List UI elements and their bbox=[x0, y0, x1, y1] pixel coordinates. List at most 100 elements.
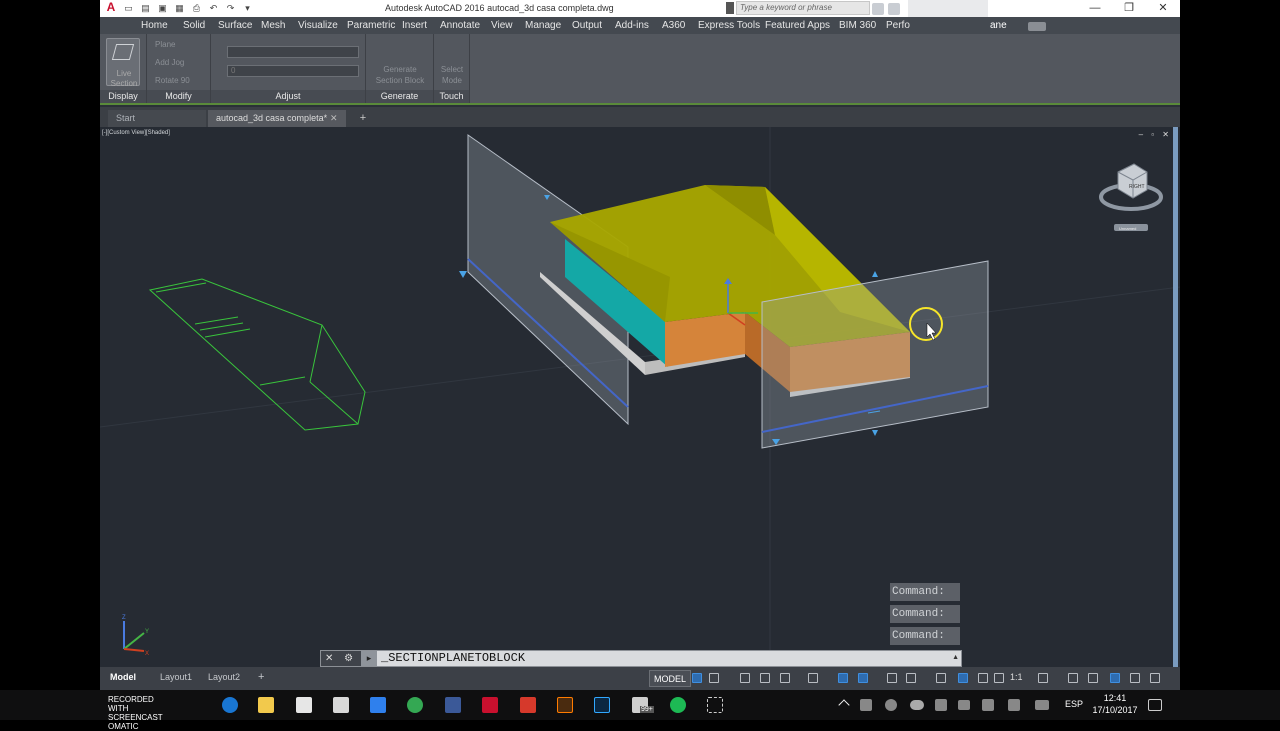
grip-icon[interactable] bbox=[872, 430, 878, 436]
grip-icon[interactable] bbox=[459, 271, 467, 278]
tab-section-plane[interactable]: ane bbox=[990, 20, 1007, 31]
drawing-viewport[interactable]: RIGHT Unnamed Z Y X [-][Custom View][Sha… bbox=[100, 127, 1180, 667]
transparency-icon[interactable] bbox=[906, 673, 916, 683]
command-prompt-icon[interactable]: ▸ bbox=[361, 651, 377, 666]
binoculars-icon[interactable] bbox=[872, 2, 884, 15]
annotation-scale-icon[interactable] bbox=[994, 673, 1004, 683]
doc-tab-start[interactable]: Start bbox=[108, 110, 206, 127]
ribbon-options-icon[interactable] bbox=[1028, 22, 1046, 31]
restore-button[interactable]: ❐ bbox=[1112, 0, 1146, 17]
open-icon[interactable]: ▤ bbox=[139, 3, 152, 14]
calculator-icon[interactable] bbox=[333, 697, 349, 713]
redo-icon[interactable]: ↷ bbox=[224, 3, 237, 14]
tab-surface[interactable]: Surface bbox=[218, 20, 252, 31]
dropbox-icon[interactable] bbox=[370, 697, 386, 713]
tab-view[interactable]: View bbox=[491, 20, 513, 31]
annotation-scale[interactable]: 1:1 bbox=[1010, 672, 1023, 682]
command-history-toggle-icon[interactable]: ▲ bbox=[952, 654, 959, 661]
tab-add-ins[interactable]: Add-ins bbox=[615, 20, 649, 31]
volume-tray-icon[interactable] bbox=[982, 699, 994, 711]
isolate-objects-icon[interactable] bbox=[1088, 673, 1098, 683]
wifi-tray-icon[interactable] bbox=[935, 699, 947, 711]
tab-solid[interactable]: Solid bbox=[183, 20, 205, 31]
tab-visualize[interactable]: Visualize bbox=[298, 20, 338, 31]
wireframe-object[interactable] bbox=[148, 278, 366, 431]
infer-constraints-icon[interactable] bbox=[740, 673, 750, 683]
new-icon[interactable]: ▭ bbox=[122, 3, 135, 14]
tab-output[interactable]: Output bbox=[572, 20, 602, 31]
dropbox-tray-icon[interactable] bbox=[860, 699, 872, 711]
customization-menu-icon[interactable] bbox=[1150, 673, 1160, 683]
snipping-tool-icon[interactable] bbox=[707, 697, 723, 713]
new-tab-button[interactable]: + bbox=[356, 111, 370, 125]
layout-tab-layout1[interactable]: Layout1 bbox=[160, 670, 192, 684]
photoshop-icon[interactable] bbox=[594, 697, 610, 713]
notifications-icon[interactable] bbox=[1148, 699, 1162, 711]
live-section-button[interactable]: Live Section bbox=[106, 38, 140, 88]
file-explorer-icon[interactable] bbox=[258, 697, 274, 713]
tab-bim-360[interactable]: BIM 360 bbox=[839, 20, 876, 31]
tray-chevron-icon[interactable] bbox=[838, 699, 850, 711]
select-mode-button[interactable]: Select Mode bbox=[438, 64, 466, 86]
store-icon[interactable] bbox=[296, 697, 312, 713]
command-input[interactable]: _SECTIONPLANETOBLOCK bbox=[381, 651, 525, 666]
tab-featured-apps[interactable]: Featured Apps bbox=[765, 20, 830, 31]
command-line[interactable]: ✕ ⚙ ▸ _SECTIONPLANETOBLOCK ▲ bbox=[320, 650, 962, 667]
viewport-label[interactable]: [-][Custom View][Shaded] bbox=[102, 130, 170, 136]
polar-tracking-icon[interactable] bbox=[780, 673, 790, 683]
hardware-acceleration-icon[interactable] bbox=[1110, 673, 1120, 683]
close-button[interactable]: ✕ bbox=[1146, 0, 1180, 17]
doc-tab-active[interactable]: autocad_3d casa completa* bbox=[208, 110, 346, 127]
sync-tray-icon[interactable] bbox=[885, 699, 897, 711]
tab-annotate[interactable]: Annotate bbox=[440, 20, 480, 31]
autocad-icon[interactable] bbox=[482, 697, 498, 713]
clean-screen-icon[interactable] bbox=[1130, 673, 1140, 683]
viewcube[interactable]: RIGHT Unnamed bbox=[1099, 163, 1163, 231]
tab-performance[interactable]: Perfo bbox=[886, 20, 910, 31]
undo-icon[interactable]: ↶ bbox=[207, 3, 220, 14]
isodraft-icon[interactable] bbox=[808, 673, 818, 683]
tab-mesh[interactable]: Mesh bbox=[261, 20, 285, 31]
adjust-field-1[interactable] bbox=[227, 46, 359, 58]
search-arrow-icon[interactable] bbox=[726, 2, 734, 14]
generate-section-block-button[interactable]: Generate Section Block bbox=[372, 64, 428, 86]
object-snap-tracking-icon[interactable] bbox=[838, 673, 848, 683]
snap-toggle-icon[interactable] bbox=[709, 673, 719, 683]
annotation-visibility-icon[interactable] bbox=[958, 673, 968, 683]
add-jog-button[interactable]: Add Jog bbox=[155, 58, 184, 67]
adjust-field-2[interactable]: 0 bbox=[227, 65, 359, 77]
revit-icon[interactable] bbox=[445, 697, 461, 713]
tab-express-tools[interactable]: Express Tools bbox=[698, 20, 760, 31]
model-scene[interactable]: RIGHT Unnamed Z Y X bbox=[100, 127, 1180, 667]
grid-toggle-icon[interactable] bbox=[692, 673, 702, 683]
minimize-button[interactable]: — bbox=[1078, 0, 1112, 17]
spotify-icon[interactable] bbox=[670, 697, 686, 713]
viewport-controls[interactable]: – ▫ ✕ bbox=[1139, 130, 1172, 139]
command-line-buttons[interactable]: ✕ ⚙ bbox=[321, 651, 361, 666]
tab-home[interactable]: Home bbox=[141, 20, 168, 31]
language-indicator[interactable]: ESP bbox=[1065, 699, 1083, 709]
doc-tab-close-icon[interactable]: ✕ bbox=[330, 110, 338, 127]
layout-tab-model[interactable]: Model bbox=[110, 670, 136, 684]
object-snap-icon[interactable] bbox=[858, 673, 868, 683]
clock[interactable]: 12:41 17/10/2017 bbox=[1092, 692, 1138, 716]
workspace-switch-icon[interactable] bbox=[1038, 673, 1048, 683]
tab-manage[interactable]: Manage bbox=[525, 20, 561, 31]
auto-scale-icon[interactable] bbox=[978, 673, 988, 683]
search-input[interactable]: Type a keyword or phrase bbox=[736, 1, 870, 15]
network-tray-icon[interactable] bbox=[1008, 699, 1020, 711]
ortho-toggle-icon[interactable] bbox=[760, 673, 770, 683]
tab-parametric[interactable]: Parametric bbox=[347, 20, 395, 31]
keyboard-tray-icon[interactable] bbox=[1035, 700, 1049, 710]
add-layout-button[interactable]: + bbox=[258, 670, 264, 684]
user-icon[interactable] bbox=[888, 2, 900, 15]
sketchup-icon[interactable] bbox=[520, 697, 536, 713]
onedrive-tray-icon[interactable] bbox=[910, 700, 924, 710]
grip-icon[interactable] bbox=[872, 271, 878, 277]
rotate-90-button[interactable]: Rotate 90 bbox=[155, 76, 190, 85]
layout-tab-layout2[interactable]: Layout2 bbox=[208, 670, 240, 684]
lineweight-icon[interactable] bbox=[887, 673, 897, 683]
plane-button[interactable]: Plane bbox=[155, 40, 175, 49]
save-as-icon[interactable]: ▦ bbox=[173, 3, 186, 14]
selection-cycling-icon[interactable] bbox=[936, 673, 946, 683]
